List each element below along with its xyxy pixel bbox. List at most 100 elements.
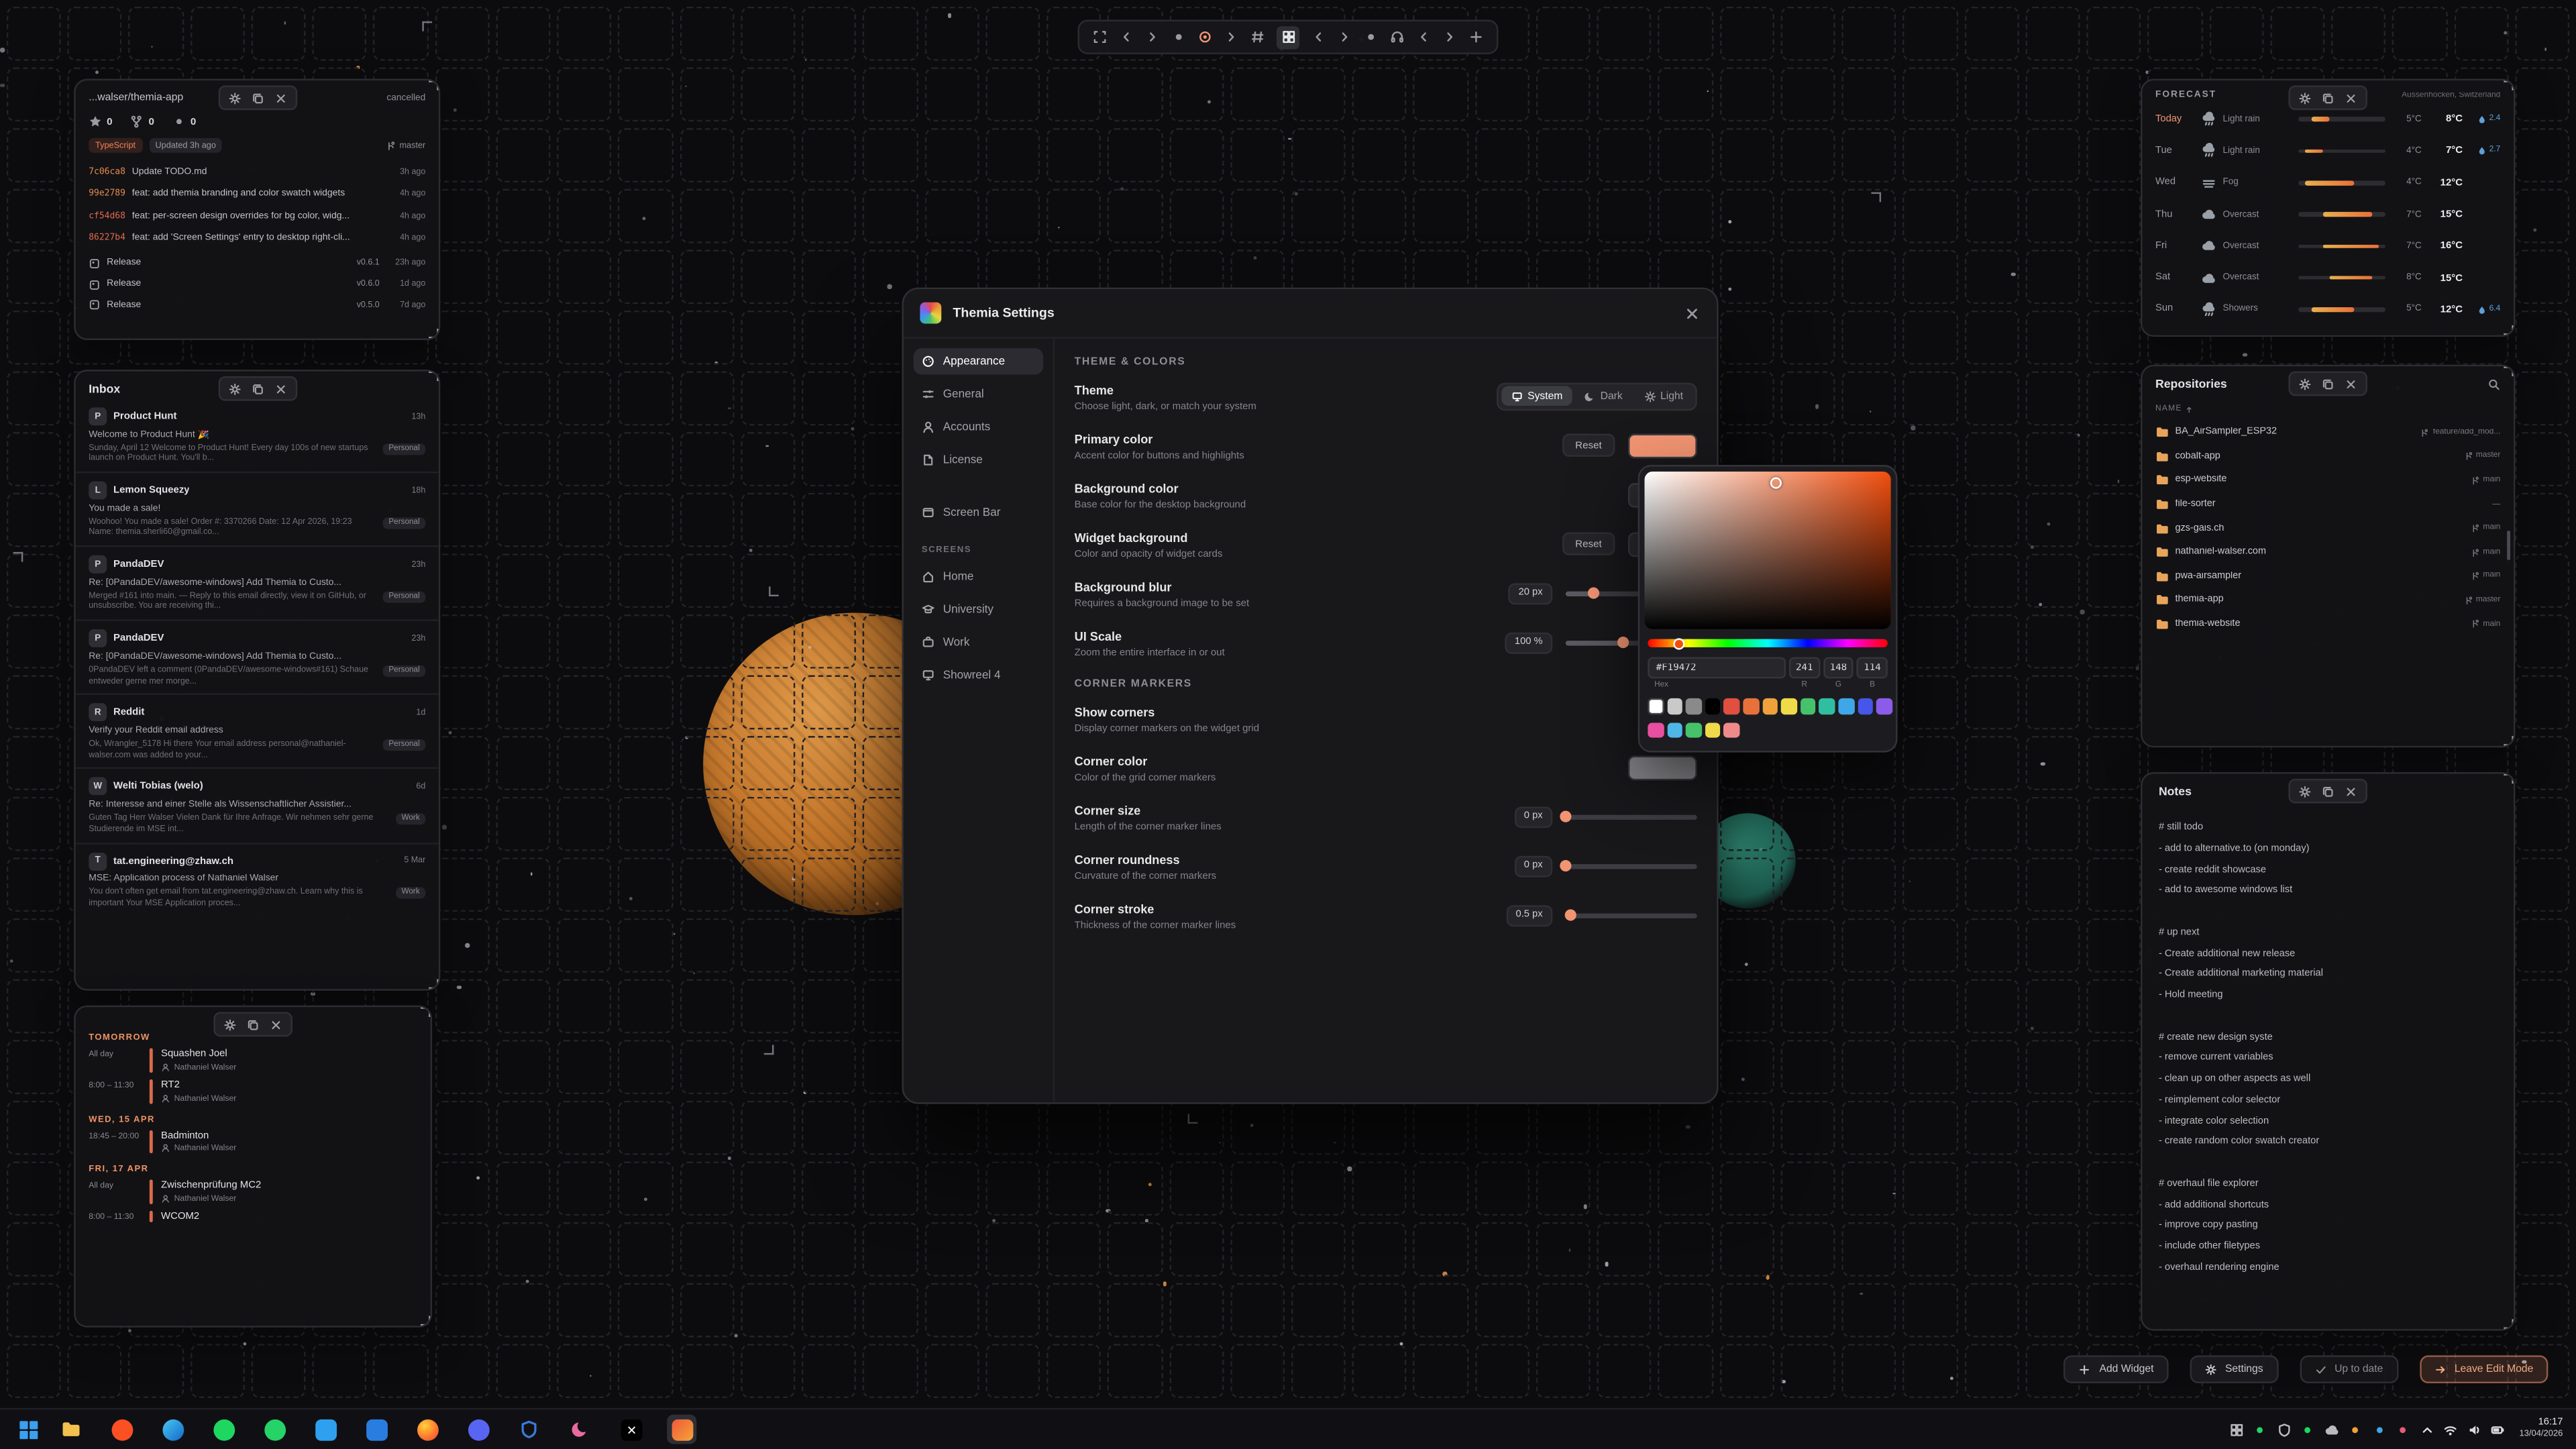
widget-duplicate-icon[interactable] (2321, 377, 2334, 390)
grid-cell[interactable] (1903, 553, 1957, 608)
grid-cell[interactable] (1046, 1283, 1101, 1338)
release-row[interactable]: Releasev0.5.07d ago (89, 295, 425, 316)
grid-cell[interactable] (435, 1161, 489, 1216)
grid-cell[interactable] (1658, 128, 1713, 182)
grid-cell[interactable] (1903, 250, 1957, 304)
grid-cell[interactable] (1842, 918, 1896, 973)
grid-cell[interactable] (1780, 250, 1835, 304)
grid-cell[interactable] (435, 1222, 489, 1277)
commit-row[interactable]: 7c06ca8Update TODO.md3h ago (89, 161, 425, 183)
grid-cell[interactable] (1230, 1283, 1285, 1338)
grid-cell[interactable] (1108, 1222, 1162, 1277)
grid-cell[interactable] (619, 736, 673, 790)
grid-cell[interactable] (680, 1101, 734, 1155)
email-list-item[interactable]: Ttat.engineering@zhaw.ch5 MarMSE: Applic… (76, 842, 439, 916)
grid-cell[interactable] (1597, 67, 1652, 121)
grid-cell[interactable] (985, 1222, 1040, 1277)
grid-cell[interactable] (741, 7, 795, 61)
grid-cell[interactable] (7, 189, 61, 244)
grid-cell[interactable] (985, 128, 1040, 182)
grid-cell[interactable] (924, 1344, 979, 1398)
grid-cell[interactable] (190, 1344, 244, 1398)
release-row[interactable]: Releasev0.6.01d ago (89, 274, 425, 294)
grid-cell[interactable] (2515, 797, 2569, 851)
palette-swatch[interactable] (1800, 698, 1815, 714)
grid-cell[interactable] (619, 1283, 673, 1338)
grid-cell[interactable] (985, 7, 1040, 61)
repository-row[interactable]: themia-appmaster (2155, 588, 2500, 612)
grid-cell[interactable] (1658, 1161, 1713, 1216)
search-icon[interactable] (2487, 377, 2501, 390)
grid-cell[interactable] (7, 614, 61, 669)
repository-row[interactable]: themia-websitemain (2155, 612, 2500, 637)
grid-cell[interactable] (680, 189, 734, 244)
grid-cell[interactable] (7, 371, 61, 425)
grid-cell[interactable] (1719, 979, 1774, 1034)
grid-cell[interactable] (741, 432, 795, 486)
grid-cell[interactable] (2086, 979, 2141, 1034)
grid-cell[interactable] (7, 7, 61, 61)
chevron-up-icon[interactable] (2420, 1422, 2434, 1437)
grid-cell[interactable] (1413, 1283, 1468, 1338)
grid-cell[interactable] (435, 553, 489, 608)
grid-cell[interactable] (2270, 7, 2324, 61)
repository-row[interactable]: BA_AirSampler_ESP32feature/add_mod... (2155, 421, 2500, 445)
palette-swatch[interactable] (1876, 698, 1892, 714)
grid-cell[interactable] (1536, 1101, 1591, 1155)
grid-cell[interactable] (2331, 7, 2385, 61)
grid-cell[interactable] (496, 189, 550, 244)
grid-cell[interactable] (557, 7, 612, 61)
wifi-icon[interactable] (2444, 1422, 2459, 1437)
grid-cell[interactable] (313, 7, 367, 61)
grid-cell[interactable] (680, 614, 734, 669)
grid-cell[interactable] (680, 1040, 734, 1094)
grid-cell[interactable] (435, 1283, 489, 1338)
chevron-right-icon[interactable] (1442, 30, 1457, 44)
grid-cell[interactable] (435, 7, 489, 61)
palette-swatch[interactable] (1648, 698, 1663, 714)
grid-cell[interactable] (557, 1101, 612, 1155)
grid-cell[interactable] (1230, 1344, 1285, 1398)
grid-cell[interactable] (2515, 1161, 2569, 1216)
grid-cell[interactable] (1230, 128, 1285, 182)
widget-close-icon[interactable] (2345, 91, 2358, 105)
grid-cell[interactable] (1780, 1344, 1835, 1398)
start-button[interactable] (13, 1415, 43, 1444)
grid-cell[interactable] (1903, 614, 1957, 669)
palette-swatch[interactable] (1724, 722, 1739, 738)
screen-dot-icon[interactable] (1364, 30, 1379, 44)
grid-cell[interactable] (1352, 189, 1407, 244)
grid-cell[interactable] (1964, 371, 2019, 425)
grid-cell[interactable] (2025, 128, 2080, 182)
repository-row[interactable]: cobalt-appmaster (2155, 445, 2500, 469)
grid-cell[interactable] (2025, 797, 2080, 851)
grid-cell[interactable] (2025, 1101, 2080, 1155)
palette-swatch[interactable] (1724, 698, 1739, 714)
grid-cell[interactable] (496, 1161, 550, 1216)
grid-cell[interactable] (1230, 1161, 1285, 1216)
grid-cell[interactable] (2086, 128, 2141, 182)
paw-taskbar-button[interactable] (565, 1415, 594, 1444)
grid-cell[interactable] (435, 857, 489, 912)
grid-cell[interactable] (2086, 614, 2141, 669)
grid-cell[interactable] (680, 857, 734, 912)
grid-cell[interactable] (557, 67, 612, 121)
grid-cell[interactable] (802, 1101, 856, 1155)
grid-cell[interactable] (924, 1222, 979, 1277)
grid-cell[interactable] (557, 614, 612, 669)
grid-cell[interactable] (1108, 189, 1162, 244)
color-cursor[interactable] (1770, 477, 1781, 488)
widget-settings-icon[interactable] (227, 382, 241, 395)
palette-swatch[interactable] (1667, 722, 1682, 738)
grid-cell[interactable] (1352, 128, 1407, 182)
grid-cell[interactable] (2086, 676, 2141, 730)
grid-cell[interactable] (1658, 189, 1713, 244)
grid-cell[interactable] (1108, 1344, 1162, 1398)
corner-color-swatch[interactable] (1628, 755, 1697, 780)
grid-cell[interactable] (1964, 857, 2019, 912)
grid-cell[interactable] (1719, 311, 1774, 365)
grid-cell[interactable] (1230, 1222, 1285, 1277)
repo-title[interactable]: ...walser/themia-app (89, 92, 183, 103)
grid-cell[interactable] (435, 493, 489, 547)
grid-cell[interactable] (2025, 7, 2080, 61)
